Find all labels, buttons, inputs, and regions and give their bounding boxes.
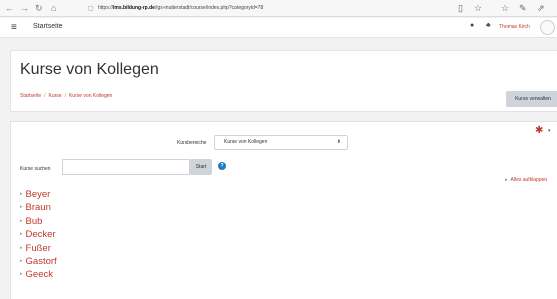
hamburger-menu-icon[interactable]: ≡ [11,22,17,34]
category-name[interactable]: Fußer [26,243,51,254]
expand-all-label: Alles aufklappen [510,177,548,183]
caret-down-icon[interactable]: ▾ [548,128,551,134]
gear-icon[interactable]: ✱ [535,125,543,137]
search-start-button[interactable]: Start [190,159,212,175]
category-name[interactable]: Bub [26,216,43,227]
url-prefix: https:// [98,5,114,11]
share-icon[interactable]: ⇗ [537,2,545,14]
category-list: ▸ Beyer ▸ Braun ▸ Bub ▸ Decker ▸ Fußer ▸ Gasto… [20,188,57,282]
notifications-bell-icon[interactable]: ♣ [486,22,491,29]
breadcrumb: Startseite / Kurse / Kurse von Kollegen [20,93,112,99]
course-search-input[interactable] [62,159,190,175]
breadcrumb-separator: / [44,93,46,99]
category-name[interactable]: Beyer [26,189,51,200]
triangle-right-icon[interactable]: ▸ [20,231,23,237]
triangle-right-icon[interactable]: ▸ [20,258,23,264]
list-item[interactable]: ▸ Bub [20,215,57,228]
user-menu-name[interactable]: Thomas Kirch [499,24,530,30]
favorite-star-icon[interactable]: ☆ [474,2,482,14]
category-name[interactable]: Geeck [26,269,53,280]
list-item[interactable]: ▸ Braun [20,201,57,214]
pen-icon[interactable]: ✎ [519,2,527,14]
course-search-label: Kurse suchen [20,166,51,172]
address-bar[interactable]: ▢ https://lms.bildung-rp.de/igs-muttersta… [84,3,369,14]
help-icon[interactable]: ? [218,162,226,170]
page-header: Kurse von Kollegen Startseite / Kurse / Kurs… [10,50,557,112]
home-icon[interactable]: ⌂ [51,2,56,14]
category-select[interactable]: Kurse von Kollegen ⬍ [214,135,348,150]
category-select-label: Kursbereiche [177,140,207,146]
select-arrow-icon: ⬍ [336,139,341,145]
category-name[interactable]: Braun [26,202,51,213]
lock-icon: ▢ [88,6,94,12]
list-item[interactable]: ▸ Decker [20,228,57,241]
site-navbar: ≡ Startseite ● ♣ Thomas Kirch [0,18,557,38]
category-name[interactable]: Decker [26,229,56,240]
forward-arrow-icon[interactable]: → [20,2,29,14]
triangle-right-icon[interactable]: ▸ [20,218,23,224]
category-select-value: Kurse von Kollegen [224,139,268,145]
messages-icon[interactable]: ● [470,22,474,29]
reload-icon[interactable]: ↻ [35,2,43,14]
triangle-right-icon: ▸ [505,177,508,183]
category-name[interactable]: Gastorf [26,256,57,267]
triangle-right-icon[interactable]: ▸ [20,245,23,251]
list-item[interactable]: ▸ Beyer [20,188,57,201]
list-item[interactable]: ▸ Gastorf [20,255,57,268]
page-title: Kurse von Kollegen [20,61,159,78]
url-domain: lms.bildung-rp.de [113,5,155,11]
breadcrumb-item-kurse[interactable]: Kurse [49,93,62,99]
triangle-right-icon[interactable]: ▸ [20,271,23,277]
manage-courses-button[interactable]: Kurse verwalten [506,91,557,107]
triangle-right-icon[interactable]: ▸ [20,204,23,210]
site-home-link[interactable]: Startseite [33,23,63,30]
breadcrumb-separator: / [64,93,66,99]
expand-all-link[interactable]: ▸ Alles aufklappen [505,177,547,183]
avatar[interactable] [540,20,555,35]
browser-toolbar: ← → ↻ ⌂ ▢ https://lms.bildung-rp.de/igs-m… [0,0,557,17]
triangle-right-icon[interactable]: ▸ [20,191,23,197]
back-arrow-icon[interactable]: ← [5,2,14,14]
list-item[interactable]: ▸ Fußer [20,242,57,255]
reading-view-icon[interactable]: ▯ [458,2,463,14]
breadcrumb-item-current[interactable]: Kurse von Kollegen [69,93,112,99]
url-path: /igs-mutterstadt/course/index.php?catego… [154,5,264,11]
list-item[interactable]: ▸ Geeck [20,268,57,281]
breadcrumb-item-startseite[interactable]: Startseite [20,93,41,99]
favorites-bar-icon[interactable]: ☆ [501,2,509,14]
